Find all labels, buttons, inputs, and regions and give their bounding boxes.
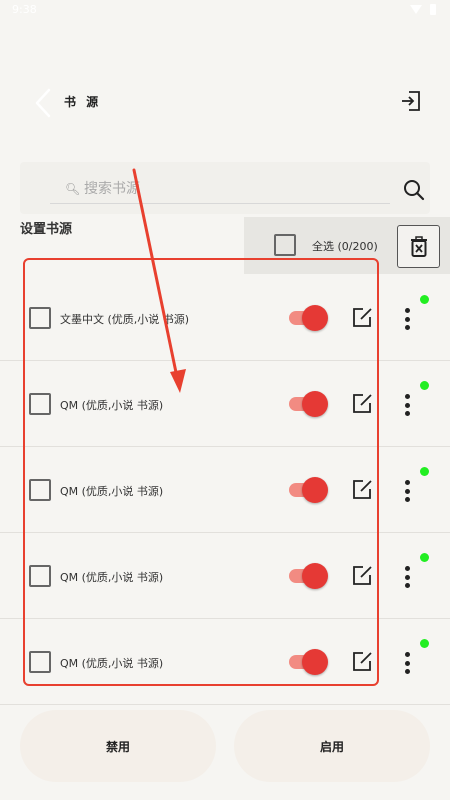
delete-icon [410, 235, 427, 257]
battery-icon [430, 4, 436, 15]
source-row[interactable]: QM (优质,小说 书源) [0, 361, 450, 447]
select-all-count: (0/200) [337, 240, 378, 253]
source-row[interactable]: 文墨中文 (优质,小说 书源) [0, 275, 450, 361]
toggle-thumb [302, 391, 328, 417]
source-enable-toggle[interactable] [289, 305, 329, 331]
toggle-thumb [302, 305, 328, 331]
import-button[interactable] [396, 86, 426, 116]
more-icon [404, 308, 410, 313]
more-icon-dot [404, 411, 410, 416]
enable-button[interactable]: 启用 [234, 710, 430, 782]
more-options-button[interactable] [398, 392, 416, 418]
status-time: 9:38 [12, 3, 37, 16]
source-row[interactable]: QM (优质,小说 书源) [0, 533, 450, 619]
source-checkbox[interactable] [29, 479, 51, 501]
edit-icon [353, 652, 372, 671]
more-options-button[interactable] [398, 650, 416, 676]
edit-icon [353, 566, 372, 585]
toggle-thumb [302, 649, 328, 675]
more-icon-dot [404, 497, 410, 502]
search-underline [50, 203, 390, 204]
more-icon [404, 652, 410, 657]
back-icon [35, 88, 51, 118]
source-checkbox[interactable] [29, 565, 51, 587]
edit-icon [353, 308, 372, 327]
source-name: QM (优质,小说 书源) [60, 571, 164, 584]
more-icon-dot [404, 574, 410, 580]
edit-source-button[interactable] [350, 564, 374, 588]
edit-icon [353, 394, 372, 413]
online-status-dot [420, 553, 429, 562]
online-status-dot [420, 295, 429, 304]
edit-source-button[interactable] [350, 478, 374, 502]
section-label: 设置书源 [20, 222, 73, 237]
more-options-button[interactable] [398, 306, 416, 332]
wifi-icon [410, 5, 422, 14]
import-icon [402, 91, 420, 111]
bottom-bar: 禁用 启用 [0, 706, 450, 800]
more-icon-dot [404, 402, 410, 408]
more-icon-dot [404, 488, 410, 494]
more-icon [404, 394, 410, 399]
disable-button[interactable]: 禁用 [20, 710, 216, 782]
source-row[interactable]: QM (优质,小说 书源) [0, 619, 450, 705]
search-icon [404, 180, 425, 201]
edit-source-button[interactable] [350, 392, 374, 416]
edit-source-button[interactable] [350, 650, 374, 674]
more-options-button[interactable] [398, 564, 416, 590]
edit-icon [353, 480, 372, 499]
source-name: QM (优质,小说 书源) [60, 485, 164, 498]
edit-source-button[interactable] [350, 306, 374, 330]
toggle-thumb [302, 563, 328, 589]
more-icon-dot [404, 669, 410, 674]
source-name: 文墨中文 (优质,小说 书源) [60, 313, 190, 326]
more-icon [404, 566, 410, 571]
toggle-thumb [302, 477, 328, 503]
source-checkbox[interactable] [29, 307, 51, 329]
more-icon-dot [404, 325, 410, 330]
source-enable-toggle[interactable] [289, 563, 329, 589]
back-button[interactable] [28, 86, 58, 120]
more-options-button[interactable] [398, 478, 416, 504]
source-checkbox[interactable] [29, 651, 51, 673]
online-status-dot [420, 467, 429, 476]
online-status-dot [420, 381, 429, 390]
more-icon-dot [404, 316, 410, 322]
online-status-dot [420, 639, 429, 648]
source-row[interactable]: QM (优质,小说 书源) [0, 447, 450, 533]
search-input[interactable] [84, 176, 384, 202]
source-enable-toggle[interactable] [289, 391, 329, 417]
source-name: QM (优质,小说 书源) [60, 657, 164, 670]
source-name: QM (优质,小说 书源) [60, 399, 164, 412]
page-title: 书 源 [64, 95, 102, 109]
status-bar: 9:38 [0, 0, 450, 22]
source-checkbox[interactable] [29, 393, 51, 415]
select-all-text: 全选 [312, 240, 334, 253]
delete-button[interactable] [397, 225, 440, 268]
search-field-icon: 🔍︎ [65, 182, 81, 196]
more-icon-dot [404, 583, 410, 588]
more-icon-dot [404, 660, 410, 666]
more-icon [404, 480, 410, 485]
source-enable-toggle[interactable] [289, 649, 329, 675]
source-enable-toggle[interactable] [289, 477, 329, 503]
status-icons [408, 4, 438, 16]
select-all-checkbox[interactable] [274, 234, 296, 256]
select-all-label: 全选 (0/200) [312, 238, 378, 254]
search-button[interactable] [398, 174, 430, 206]
